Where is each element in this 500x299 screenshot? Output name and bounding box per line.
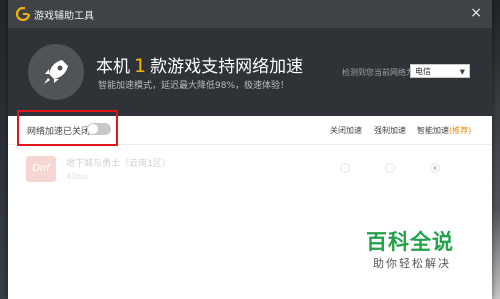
chevron-down-icon: ▼	[459, 68, 465, 76]
mode-smart-header[interactable]: 智能加速(推荐)	[417, 125, 471, 136]
mode-smart-label: 智能加速	[417, 126, 449, 135]
rocket-badge	[28, 44, 84, 100]
window-title: 游戏辅助工具	[34, 11, 94, 22]
game-name: 地下城与勇士（云南1区）	[66, 159, 171, 169]
dnf-game-icon: Dnf	[26, 156, 56, 182]
recommend-tag: (推荐)	[449, 126, 472, 135]
close-icon[interactable]: ×	[470, 5, 482, 21]
radio-mode-smart[interactable]	[430, 163, 440, 173]
header-banner: 本机 1 款游戏支持网络加速 智能加速模式，延迟最大降低98%，极速体验！ 检测到您…	[8, 28, 492, 116]
highlight-box	[17, 110, 118, 146]
network-provider-select[interactable]: 电信 ▼	[410, 64, 470, 78]
network-provider-value: 电信	[415, 67, 431, 76]
game-count: 1	[134, 55, 147, 77]
headline-suffix: 款游戏支持网络加速	[150, 57, 304, 77]
radio-mode-off[interactable]	[340, 163, 350, 173]
headline-prefix: 本机	[96, 57, 130, 77]
watermark-title: 百科全说	[366, 230, 454, 254]
mode-force-header[interactable]: 强制加速	[374, 125, 406, 136]
game-row: Dnf 地下城与勇士（云南1区） 43ms	[8, 150, 492, 188]
app-logo-icon	[16, 7, 30, 21]
header-subtitle: 智能加速模式，延迟最大降低98%，极速体验！	[98, 81, 290, 91]
game-ping: 43ms	[66, 172, 89, 181]
radio-mode-force[interactable]	[385, 163, 395, 173]
headline: 本机 1 款游戏支持网络加速	[96, 52, 303, 77]
mode-off-header[interactable]: 关闭加速	[330, 125, 362, 136]
title-bar: 游戏辅助工具 ×	[8, 0, 492, 28]
network-detected-label: 检测到您当前网络为	[342, 68, 414, 77]
rocket-icon	[44, 60, 68, 84]
watermark-subtitle: 助你轻松解决	[373, 257, 451, 270]
